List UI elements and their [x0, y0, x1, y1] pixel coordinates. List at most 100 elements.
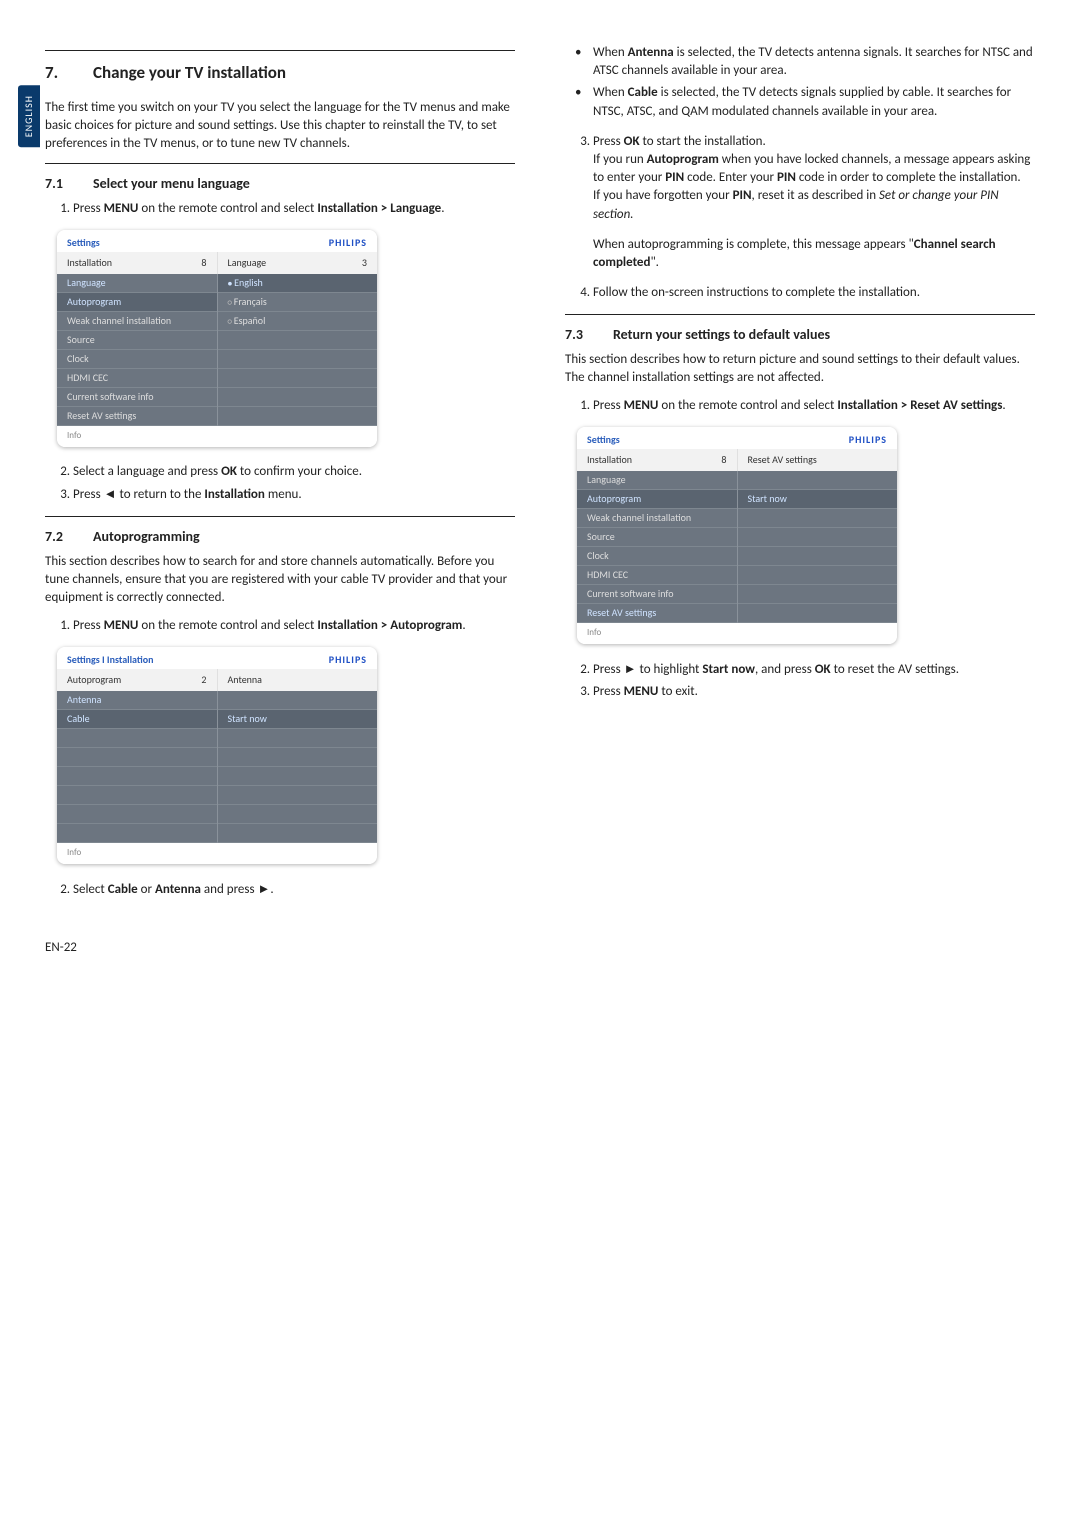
- tv-menu-autoprogram: Settings I Installation PHILIPS Autoprog…: [57, 647, 377, 864]
- text-bold: Start now: [702, 662, 755, 677]
- menu-item: Reset AV settings: [577, 604, 737, 623]
- menu-left-panel: Language Autoprogram Weak channel instal…: [577, 471, 738, 623]
- menu-option: Français: [218, 293, 378, 312]
- text: Press: [593, 398, 624, 413]
- text-bold: Installation > Language: [317, 201, 441, 216]
- text-bold: MENU: [104, 618, 139, 633]
- menu-empty: [738, 509, 898, 528]
- section-title: Return your settings to default values: [613, 325, 830, 345]
- tv-menu-reset-av: Settings PHILIPS Installation8 Reset AV …: [577, 427, 897, 644]
- menu-option: Español: [218, 312, 378, 331]
- intro-paragraph: The first time you switch on your TV you…: [45, 99, 515, 154]
- steps-7-2-right: Press OK to start the installation. If y…: [565, 133, 1035, 224]
- menu-right-count: 3: [362, 256, 367, 270]
- menu-empty: [57, 824, 217, 843]
- paragraph: This section describes how to return pic…: [565, 351, 1035, 387]
- menu-footer: Info: [57, 843, 377, 864]
- menu-item: Clock: [57, 350, 217, 369]
- bullet: When Cable is selected, the TV detects s…: [593, 84, 1035, 120]
- menu-left-title: Installation: [67, 256, 112, 270]
- text-bold: OK: [624, 134, 640, 149]
- text-bold: Antenna: [155, 882, 201, 897]
- menu-empty: [218, 786, 378, 805]
- menu-empty: [218, 388, 378, 407]
- menu-empty: [738, 547, 898, 566]
- section-title: Autoprogramming: [93, 527, 200, 547]
- text-bold: PIN: [665, 170, 684, 185]
- philips-logo: PHILIPS: [849, 433, 887, 447]
- menu-option: English: [218, 274, 378, 293]
- menu-breadcrumb: Settings I Installation: [67, 653, 154, 667]
- menu-footer: Info: [577, 623, 897, 644]
- text: .: [1002, 398, 1005, 413]
- section-7-3-heading: 7.3 Return your settings to default valu…: [565, 325, 1035, 345]
- text: and press: [201, 882, 258, 897]
- menu-footer: Info: [57, 426, 377, 447]
- section-title: Select your menu language: [93, 174, 250, 194]
- paragraph: When autoprogramming is complete, this m…: [593, 236, 1035, 272]
- rule: [45, 516, 515, 517]
- text: Select a language and press: [73, 464, 221, 479]
- menu-item: HDMI CEC: [577, 566, 737, 585]
- section-7-1-heading: 7.1 Select your menu language: [45, 174, 515, 194]
- menu-empty: [218, 350, 378, 369]
- section-number: 7.3: [565, 325, 613, 345]
- text-bold: Autoprogram: [647, 152, 719, 167]
- menu-empty: [218, 331, 378, 350]
- paragraph: This section describes how to search for…: [45, 553, 515, 608]
- steps-7-2: Press MENU on the remote control and sel…: [45, 617, 515, 635]
- text: on the remote control and select: [138, 618, 317, 633]
- step: Press ◄ to return to the Installation me…: [73, 485, 515, 504]
- text: , reset it as described in: [752, 188, 880, 203]
- step: Press MENU on the remote control and sel…: [73, 200, 515, 218]
- text: to return to the: [117, 487, 205, 502]
- text: When: [593, 85, 628, 100]
- steps-7-1: Press MENU on the remote control and sel…: [45, 200, 515, 218]
- menu-item: Source: [577, 528, 737, 547]
- step: Press ► to highlight Start now, and pres…: [593, 660, 1035, 679]
- menu-empty: [738, 471, 898, 490]
- menu-left-title: Installation: [587, 453, 632, 467]
- menu-empty: [738, 566, 898, 585]
- text: , and press: [755, 662, 815, 677]
- menu-item: Weak channel installation: [57, 312, 217, 331]
- menu-right-panel: English Français Español: [218, 274, 378, 426]
- rule: [45, 163, 515, 164]
- text: .: [441, 201, 444, 216]
- menu-item: Clock: [577, 547, 737, 566]
- menu-breadcrumb: Settings: [587, 433, 620, 447]
- text-bold: PIN: [733, 188, 752, 203]
- page-number: EN-22: [45, 939, 515, 957]
- text: menu.: [265, 487, 302, 502]
- menu-item: Current software info: [577, 585, 737, 604]
- text: .: [270, 882, 273, 897]
- text: When autoprogramming is complete, this m…: [593, 237, 914, 252]
- left-arrow-icon: ◄: [104, 486, 117, 501]
- section-7-2-heading: 7.2 Autoprogramming: [45, 527, 515, 547]
- menu-item: HDMI CEC: [57, 369, 217, 388]
- menu-item: Language: [577, 471, 737, 490]
- text: Press: [73, 201, 104, 216]
- menu-breadcrumb: Settings: [67, 236, 100, 250]
- text-bold: OK: [221, 464, 237, 479]
- steps-7-1-cont: Select a language and press OK to confir…: [45, 463, 515, 504]
- menu-empty: [218, 691, 378, 710]
- menu-right-panel: Start now: [738, 471, 898, 623]
- menu-empty: [57, 805, 217, 824]
- text: to start the installation.: [640, 134, 766, 149]
- menu-empty: [57, 748, 217, 767]
- menu-option: Start now: [738, 490, 898, 509]
- step: Select Cable or Antenna and press ►.: [73, 880, 515, 899]
- text-bold: Cable: [108, 882, 138, 897]
- text: to highlight: [637, 662, 703, 677]
- text-bold: Cable: [628, 85, 658, 100]
- step: Select a language and press OK to confir…: [73, 463, 515, 481]
- text-bold: Antenna: [628, 45, 674, 60]
- menu-empty: [738, 528, 898, 547]
- steps-7-3-cont: Press ► to highlight Start now, and pres…: [565, 660, 1035, 701]
- text: or: [138, 882, 155, 897]
- text: When: [593, 45, 628, 60]
- text: to exit.: [658, 684, 697, 699]
- menu-item: Source: [57, 331, 217, 350]
- rule: [565, 314, 1035, 315]
